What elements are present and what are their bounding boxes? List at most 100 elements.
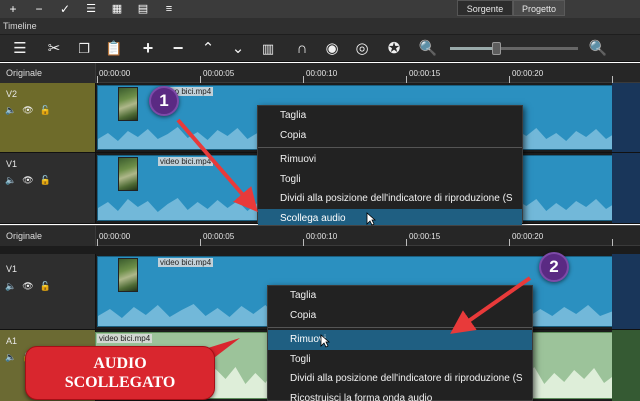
menu-item-dividi[interactable]: Dividi alla posizione dell'indicatore di… [258,189,522,209]
tick-mark [509,239,510,246]
timecode: 00:00:10 [306,232,338,241]
time-ruler: Originale 00:00:00 00:00:05 00:00:10 00:… [0,63,640,83]
speaker-icon[interactable]: 🔈 [5,352,16,362]
menu-item-togli[interactable]: Togli [268,350,532,370]
callout-line-1: AUDIO [93,355,147,372]
tick-mark [509,76,510,83]
lift-icon[interactable]: ⌃ [198,39,218,58]
copy-icon[interactable]: ❐ [74,39,94,58]
check-icon[interactable]: ✓ [56,1,74,17]
timecode: 00:00:05 [203,69,235,78]
scissors-icon[interactable]: ✂ [44,39,64,58]
eye-icon[interactable]: 👁 [22,281,33,291]
track-header-v2[interactable]: V2 🔈 👁 🔓 [0,83,96,152]
detail-icon[interactable]: ▤ [134,1,152,17]
speaker-icon[interactable]: 🔈 [5,175,16,185]
tick-mark [97,239,98,246]
menu-item-copia[interactable]: Copia [268,306,532,326]
menu-item-rimuovi[interactable]: Rimuovi [258,150,522,170]
track-controls: 🔈 👁 🔓 [5,175,57,186]
ripple-icon[interactable]: ◎ [352,39,372,58]
menu-item-togli[interactable]: Togli [258,170,522,190]
timecode: 00:00:00 [99,232,131,241]
remove-icon[interactable]: − [168,39,188,58]
audio-unlinked-callout: AUDIO SCOLLEGATO [25,346,215,400]
menu-separator [268,327,532,328]
menu-separator [258,147,522,148]
timeline-toolbar: ☰ ✂ ❐ 📋 + − ⌃ ⌄ ▥ ∩ ◉ ◎ ✪ 🔍 🔍 [0,35,640,62]
tick-mark [406,76,407,83]
tab-sorgente[interactable]: Sorgente [457,0,513,16]
zoom-slider-fill [450,47,497,50]
ruler-header: Originale [0,63,96,83]
track-controls: 🔈 👁 🔓 [5,281,57,292]
track-name: V2 [6,89,18,99]
split-icon[interactable]: ▥ [258,39,278,58]
list-icon[interactable]: ☰ [82,1,100,17]
menu-icon[interactable]: ≡ [160,1,178,17]
tick-mark [303,76,304,83]
timecode: 00:00:05 [203,232,235,241]
tick-mark [612,76,613,83]
plus-icon[interactable]: + [4,1,22,17]
tick-mark [97,76,98,83]
menu-item-copia[interactable]: Copia [258,126,522,146]
snap-icon[interactable]: ∩ [292,39,312,58]
add-icon[interactable]: + [138,39,158,58]
timecode: 00:00:10 [306,69,338,78]
tick-mark [200,76,201,83]
ruler-header: Originale [0,226,96,246]
tick-mark [406,239,407,246]
clip-label: video bici.mp4 [97,334,153,343]
lock-icon[interactable]: 🔓 [40,105,51,115]
timecode: 00:00:20 [512,232,544,241]
track-tail [612,330,640,401]
track-tail [612,153,640,223]
zoom-in-icon[interactable]: 🔍 [588,39,608,58]
clip-label: video bici.mp4 [158,258,214,267]
track-header-v1[interactable]: V1 🔈 👁 🔓 [0,254,96,329]
step-badge-1: 1 [149,86,179,116]
clip-thumbnail [118,157,138,191]
menu-item-ricostruisci[interactable]: Ricostruisci la forma onda audio [268,389,532,401]
lock-icon[interactable]: 🔓 [40,175,51,185]
timecode: 00:00:15 [409,232,441,241]
zoom-slider-handle[interactable] [492,42,502,55]
menu-item-taglia[interactable]: Taglia [258,106,522,126]
speaker-icon[interactable]: 🔈 [5,281,16,291]
menu-item-dividi[interactable]: Dividi alla posizione dell'indicatore di… [268,369,532,389]
zoom-out-icon[interactable]: 🔍 [418,39,438,58]
timecode: 00:00:20 [512,69,544,78]
eye-icon[interactable]: 👁 [22,105,33,115]
zoom-slider[interactable] [450,42,578,55]
lock-icon[interactable]: 🔓 [40,281,51,291]
scrub-icon[interactable]: ◉ [322,39,342,58]
track-name: V1 [6,159,18,169]
overwrite-icon[interactable]: ⌄ [228,39,248,58]
tick-mark [612,239,613,246]
track-header-v1[interactable]: V1 🔈 👁 🔓 [0,153,96,223]
eye-icon[interactable]: 👁 [22,175,33,185]
mouse-cursor-icon [366,212,376,226]
timecode: 00:00:15 [409,69,441,78]
track-name: V1 [6,264,18,274]
speaker-icon[interactable]: 🔈 [5,105,16,115]
paste-icon[interactable]: 📋 [104,39,124,58]
minus-icon[interactable]: − [30,1,48,17]
track-name: A1 [6,336,18,346]
clip-label: video bici.mp4 [158,157,214,166]
grid-icon[interactable]: ▦ [108,1,126,17]
timecode: 00:00:00 [99,69,131,78]
tab-progetto[interactable]: Progetto [513,0,565,16]
track-tail [612,83,640,152]
track-controls: 🔈 👁 🔓 [5,105,57,116]
ripple-all-icon[interactable]: ✪ [384,39,404,58]
mouse-cursor-icon [320,334,330,348]
menu-item-taglia[interactable]: Taglia [268,286,532,306]
tick-mark [200,239,201,246]
top-toolbar: + − ✓ ☰ ▦ ▤ ≡ Sorgente Progetto [0,0,640,18]
menu-item-rimuovi[interactable]: Rimuovi [268,330,532,350]
menu-icon[interactable]: ☰ [10,39,30,58]
context-menu: Taglia Copia Rimuovi Togli Dividi alla p… [257,105,523,228]
clip-thumbnail [118,258,138,292]
